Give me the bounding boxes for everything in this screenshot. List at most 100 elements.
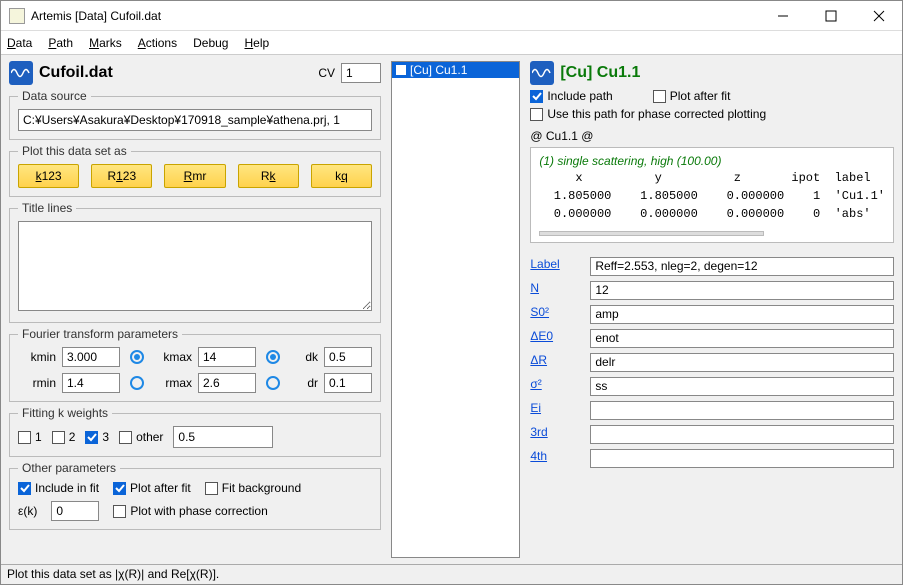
- menu-marks[interactable]: Marks: [89, 36, 122, 50]
- fourth-link[interactable]: 4th: [530, 449, 580, 468]
- dk-label: dk: [290, 350, 318, 364]
- rmin-input[interactable]: [62, 373, 120, 393]
- cv-label: CV: [318, 66, 335, 80]
- app-icon: [9, 8, 25, 24]
- plot-after-fit-checkbox[interactable]: Plot after fit: [113, 481, 191, 495]
- dr-label: dr: [290, 376, 318, 390]
- kweights-legend: Fitting k weights: [18, 406, 112, 420]
- kweights-fieldset: Fitting k weights 1 2 3 other: [9, 406, 381, 457]
- path-param-grid: Label N S0² ΔE0 ΔR σ² Ei 3rd 4th: [530, 257, 894, 468]
- sigma2-link[interactable]: σ²: [530, 377, 580, 396]
- path-table-row: 0.000000 0.000000 0.000000 0 'abs': [539, 206, 885, 222]
- kmax-label: kmax: [154, 350, 192, 364]
- third-link[interactable]: 3rd: [530, 425, 580, 444]
- s02-link[interactable]: S0²: [530, 305, 580, 324]
- path-title: [Cu] Cu1.1: [560, 64, 640, 82]
- ek-input[interactable]: [51, 501, 99, 521]
- menubar: Data Path Marks Actions Debug Help: [1, 31, 902, 55]
- third-input[interactable]: [590, 425, 894, 444]
- rmax-label: rmax: [154, 376, 192, 390]
- plot-after-fit-path-checkbox[interactable]: Plot after fit: [653, 89, 731, 103]
- rmax-input[interactable]: [198, 373, 256, 393]
- include-fit-checkbox[interactable]: Include in fit: [18, 481, 99, 495]
- ek-label: ε(k): [18, 504, 37, 518]
- include-path-checkbox[interactable]: Include path: [530, 89, 612, 103]
- sigma2-input[interactable]: [590, 377, 894, 396]
- plot-r123-button[interactable]: R123: [91, 164, 152, 188]
- path-listbox[interactable]: [Cu] Cu1.1: [391, 61, 520, 558]
- n-input[interactable]: [590, 281, 894, 300]
- plot-rmr-button[interactable]: Rmr: [164, 164, 225, 188]
- path-header: @ Cu1.1 @: [530, 129, 894, 143]
- minimize-button[interactable]: [768, 4, 798, 28]
- close-button[interactable]: [864, 4, 894, 28]
- ei-input[interactable]: [590, 401, 894, 420]
- status-bar: Plot this data set as |χ(R)| and Re[χ(R)…: [1, 564, 902, 584]
- kw1-checkbox[interactable]: 1: [18, 430, 42, 444]
- rmin-radio[interactable]: [130, 376, 144, 390]
- data-source-legend: Data source: [18, 89, 91, 103]
- list-item[interactable]: [Cu] Cu1.1: [392, 62, 519, 78]
- kmax-input[interactable]: [198, 347, 256, 367]
- title-lines-legend: Title lines: [18, 201, 76, 215]
- list-item-label: [Cu] Cu1.1: [410, 63, 467, 77]
- dr-input[interactable]: [324, 373, 372, 393]
- data-title: Cufoil.dat: [39, 64, 312, 82]
- path-table-row: 1.805000 1.805000 0.000000 1 'Cu1.1': [539, 188, 885, 204]
- kwother-input[interactable]: [173, 426, 273, 448]
- other-fieldset: Other parameters Include in fit Plot aft…: [9, 461, 381, 530]
- kwother-checkbox[interactable]: other: [119, 430, 163, 444]
- kmax-radio[interactable]: [266, 350, 280, 364]
- rmin-label: rmin: [18, 376, 56, 390]
- plot-k123-button[interactable]: k123: [18, 164, 79, 188]
- ei-link[interactable]: Ei: [530, 401, 580, 420]
- kmin-input[interactable]: [62, 347, 120, 367]
- scattering-label: (1) single scattering, high (100.00): [539, 154, 885, 168]
- dr-link[interactable]: ΔR: [530, 353, 580, 372]
- kw2-checkbox[interactable]: 2: [52, 430, 76, 444]
- kmin-label: kmin: [18, 350, 56, 364]
- path-info-box: (1) single scattering, high (100.00) x y…: [530, 147, 894, 243]
- list-item-checkbox[interactable]: [396, 65, 406, 75]
- de0-input[interactable]: [590, 329, 894, 348]
- phase-corr-checkbox[interactable]: Plot with phase correction: [113, 504, 267, 518]
- phase-corr-path-checkbox[interactable]: Use this path for phase corrected plotti…: [530, 107, 894, 121]
- data-source-input[interactable]: [18, 109, 372, 131]
- title-lines-input[interactable]: [18, 221, 372, 311]
- plot-legend: Plot this data set as: [18, 144, 131, 158]
- menu-help[interactable]: Help: [244, 36, 269, 50]
- rmax-radio[interactable]: [266, 376, 280, 390]
- s02-input[interactable]: [590, 305, 894, 324]
- title-lines-fieldset: Title lines: [9, 201, 381, 323]
- kw3-checkbox[interactable]: 3: [85, 430, 109, 444]
- kmin-radio[interactable]: [130, 350, 144, 364]
- fit-bg-checkbox[interactable]: Fit background: [205, 481, 301, 495]
- right-panel: [Cu] Cu1.1 Include path Plot after fit U…: [522, 55, 902, 564]
- wave-icon: [530, 61, 554, 85]
- label-link[interactable]: Label: [530, 257, 580, 276]
- data-source-fieldset: Data source: [9, 89, 381, 140]
- other-legend: Other parameters: [18, 461, 120, 475]
- n-link[interactable]: N: [530, 281, 580, 300]
- plot-fieldset: Plot this data set as k123 R123 Rmr Rk k…: [9, 144, 381, 197]
- path-table-header: x y z ipot label: [539, 170, 885, 186]
- ft-legend: Fourier transform parameters: [18, 327, 182, 341]
- wave-icon: [9, 61, 33, 85]
- info-scrollbar[interactable]: [539, 231, 764, 236]
- menu-data[interactable]: Data: [7, 36, 32, 50]
- menu-debug[interactable]: Debug: [193, 36, 228, 50]
- plot-rk-button[interactable]: Rk: [238, 164, 299, 188]
- menu-path[interactable]: Path: [48, 36, 73, 50]
- label-input[interactable]: [590, 257, 894, 276]
- mid-panel: [Cu] Cu1.1: [389, 55, 522, 564]
- titlebar: Artemis [Data] Cufoil.dat: [1, 1, 902, 31]
- cv-input[interactable]: [341, 63, 381, 83]
- de0-link[interactable]: ΔE0: [530, 329, 580, 348]
- dr-input[interactable]: [590, 353, 894, 372]
- fourth-input[interactable]: [590, 449, 894, 468]
- dk-input[interactable]: [324, 347, 372, 367]
- window-title: Artemis [Data] Cufoil.dat: [31, 9, 768, 23]
- maximize-button[interactable]: [816, 4, 846, 28]
- menu-actions[interactable]: Actions: [138, 36, 177, 50]
- plot-kq-button[interactable]: kq: [311, 164, 372, 188]
